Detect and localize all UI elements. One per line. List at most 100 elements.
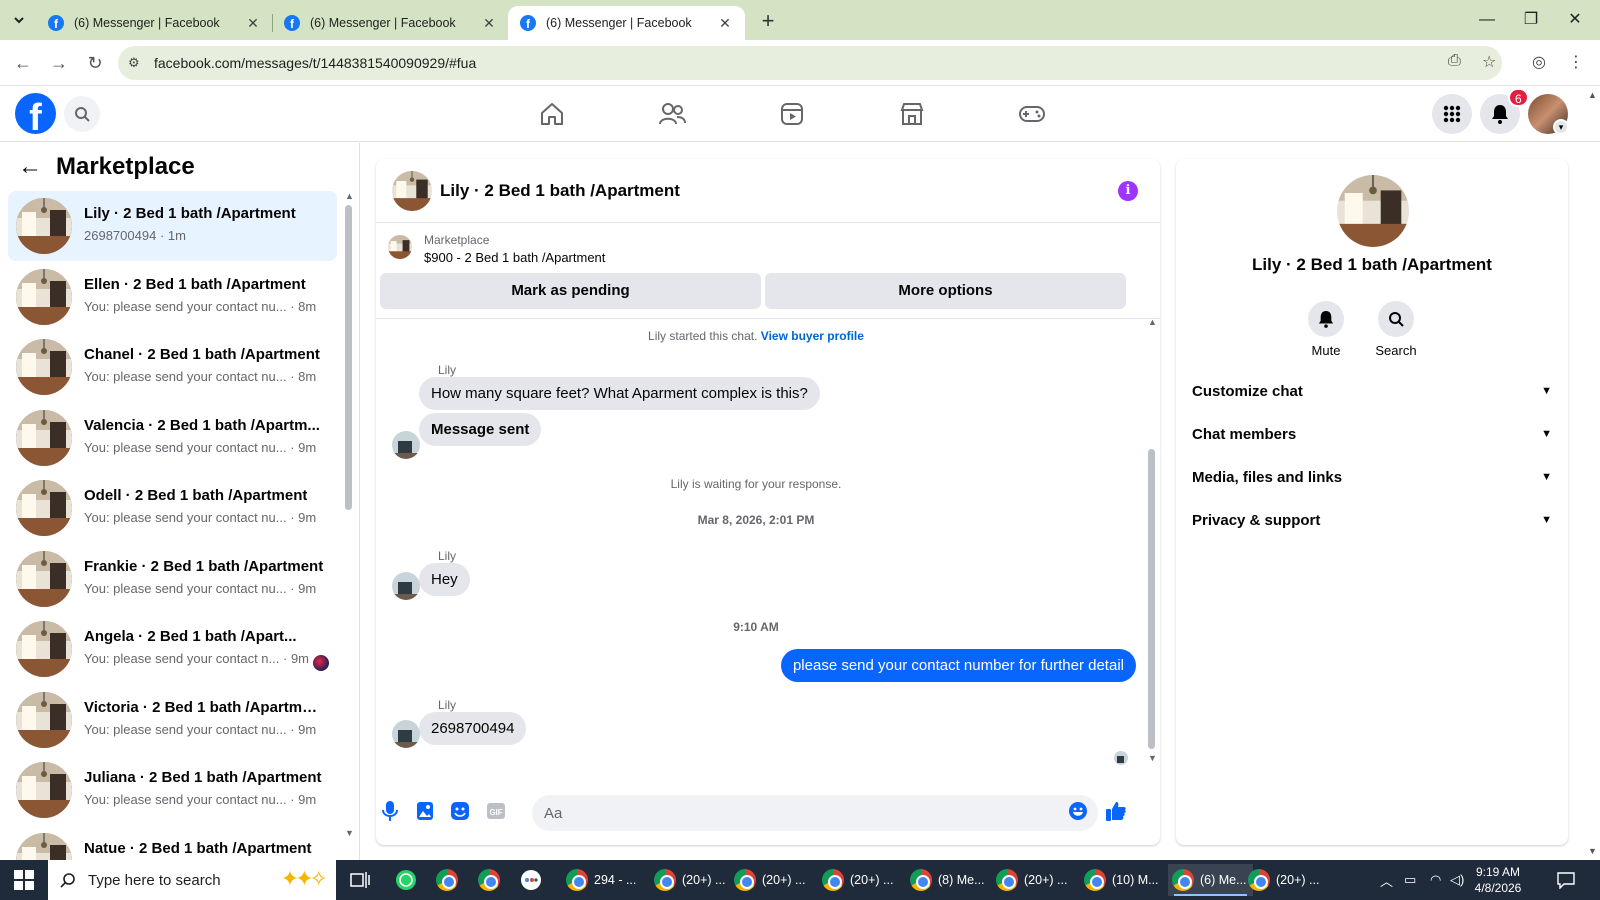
wifi-icon[interactable]: ◠ <box>1430 860 1441 900</box>
chrome-profile-icon[interactable] <box>436 864 464 896</box>
browser-tab-2[interactable]: f (6) Messenger | Facebook ✕ <box>272 6 509 40</box>
windows-start-icon[interactable] <box>14 870 34 890</box>
sticker-icon[interactable] <box>448 799 472 823</box>
chat-members-section[interactable]: Chat members ▼ <box>1192 414 1552 454</box>
taskbar-chrome-window[interactable]: (20+) ... <box>818 864 899 896</box>
mark-as-pending-button[interactable]: Mark as pending <box>380 273 761 309</box>
profile-icon[interactable]: ◎ <box>1532 52 1546 72</box>
listing-title[interactable]: $900 - 2 Bed 1 bath /Apartment <box>424 250 605 265</box>
scroll-up-arrow-icon[interactable]: ▲ <box>345 191 354 201</box>
whatsapp-icon[interactable] <box>394 864 418 896</box>
chrome-profile-icon[interactable] <box>478 864 506 896</box>
marketplace-icon[interactable] <box>896 98 928 130</box>
tab-search-button[interactable] <box>6 8 32 32</box>
facebook-logo-icon[interactable]: f <box>15 93 56 134</box>
scroll-up-arrow-icon[interactable]: ▲ <box>1148 317 1157 327</box>
home-icon[interactable] <box>536 98 568 130</box>
new-tab-button[interactable]: + <box>754 8 782 34</box>
conversation-item[interactable]: Valencia · 2 Bed 1 bath /Apartm... You: p… <box>8 403 337 473</box>
customize-chat-section[interactable]: Customize chat ▼ <box>1192 371 1552 411</box>
close-tab-icon[interactable]: ✕ <box>245 15 261 32</box>
message-bubble[interactable]: 2698700494 <box>419 712 527 745</box>
gaming-icon[interactable] <box>1016 98 1048 130</box>
account-chevron-icon[interactable]: ▾ <box>1553 119 1569 135</box>
bookmark-star-icon[interactable]: ☆ <box>1482 52 1496 72</box>
address-bar[interactable]: ⚙ facebook.com/messages/t/14483815400909… <box>118 46 1502 80</box>
conversation-item[interactable]: Lily · 2 Bed 1 bath /Apartment 2698700494… <box>8 191 337 261</box>
forward-arrow-icon[interactable]: → <box>46 50 72 76</box>
page-scroll-up-icon[interactable]: ▲ <box>1588 90 1597 100</box>
message-input[interactable] <box>532 795 1098 831</box>
minimize-window-button[interactable]: — <box>1464 6 1510 34</box>
app-circle-icon[interactable] <box>520 864 542 896</box>
task-view-icon[interactable] <box>350 864 370 896</box>
friends-icon[interactable] <box>656 98 688 130</box>
emoji-icon[interactable] <box>1066 799 1090 823</box>
conversation-item[interactable]: Angela · 2 Bed 1 bath /Apart... You: plea… <box>8 614 337 684</box>
chat-title[interactable]: Lily · 2 Bed 1 bath /Apartment <box>440 181 680 201</box>
conversation-item[interactable]: Juliana · 2 Bed 1 bath /Apartment You: pl… <box>8 755 337 825</box>
conversation-item[interactable]: Victoria · 2 Bed 1 bath /Apartment You: p… <box>8 685 337 755</box>
taskbar-chrome-window[interactable]: (20+) ... <box>650 864 731 896</box>
show-hidden-icons-icon[interactable]: ︿ <box>1380 860 1393 900</box>
sender-avatar[interactable] <box>392 431 420 459</box>
reload-icon[interactable]: ↻ <box>82 50 108 76</box>
battery-icon[interactable]: ▭ <box>1404 860 1416 900</box>
taskbar-chrome-window[interactable]: (10) M... <box>1080 864 1165 896</box>
scroll-down-arrow-icon[interactable]: ▼ <box>345 828 354 838</box>
conversation-item[interactable]: Ellen · 2 Bed 1 bath /Apartment You: plea… <box>8 262 337 332</box>
chat-avatar[interactable] <box>392 171 432 211</box>
media-files-links-section[interactable]: Media, files and links ▼ <box>1192 457 1552 497</box>
sender-avatar[interactable] <box>392 572 420 600</box>
outgoing-message-bubble[interactable]: please send your contact number for furt… <box>780 649 1136 682</box>
close-tab-icon[interactable]: ✕ <box>481 15 497 32</box>
taskbar-chrome-window[interactable]: (20+) ... <box>1244 864 1325 896</box>
message-bubble[interactable]: Hey <box>419 563 470 596</box>
close-window-button[interactable]: ✕ <box>1552 6 1598 34</box>
view-buyer-profile-link[interactable]: View buyer profile <box>761 329 864 343</box>
close-tab-icon[interactable]: ✕ <box>717 15 733 32</box>
photo-icon[interactable] <box>413 799 437 823</box>
mute-button[interactable]: Mute <box>1296 301 1356 358</box>
back-arrow-icon[interactable]: ← <box>10 50 36 76</box>
system-clock[interactable]: 9:19 AM 4/8/2026 <box>1462 864 1534 896</box>
more-options-button[interactable]: More options <box>765 273 1126 309</box>
conversation-item[interactable]: Odell · 2 Bed 1 bath /Apartment You: plea… <box>8 473 337 543</box>
back-arrow-icon[interactable]: ← <box>18 153 48 181</box>
conversation-list-scrollbar[interactable] <box>345 205 352 510</box>
taskbar-chrome-window[interactable]: (8) Me... <box>906 864 991 896</box>
install-app-icon[interactable]: ⎙ <box>1448 52 1461 70</box>
taskbar-chrome-window[interactable]: 294 - ... <box>562 864 642 896</box>
browser-tab-1[interactable]: f (6) Messenger | Facebook ✕ <box>36 6 273 40</box>
menu-grid-icon[interactable] <box>1432 94 1472 134</box>
restore-window-button[interactable]: ❐ <box>1508 6 1554 34</box>
video-icon[interactable] <box>776 98 808 130</box>
listing-thumbnail[interactable] <box>388 235 412 259</box>
site-settings-icon[interactable]: ⚙ <box>128 55 148 71</box>
search-icon[interactable] <box>64 96 100 132</box>
message-thread-scrollbar[interactable] <box>1148 449 1155 749</box>
taskbar-search-box[interactable]: Type here to search ✦✦✧ <box>48 860 336 900</box>
notification-center-icon[interactable] <box>1556 860 1576 900</box>
conversation-avatar <box>16 268 72 325</box>
browser-menu-icon[interactable]: ⋮ <box>1568 52 1584 72</box>
search-in-chat-button[interactable]: Search <box>1366 301 1426 358</box>
message-bubble[interactable]: How many square feet? What Aparment comp… <box>419 377 820 410</box>
conversation-item[interactable]: Chanel · 2 Bed 1 bath /Apartment You: ple… <box>8 332 337 402</box>
message-bubble[interactable]: Message sent <box>419 413 542 446</box>
conversation-item[interactable]: Frankie · 2 Bed 1 bath /Apartment You: pl… <box>8 544 337 614</box>
taskbar-chrome-window[interactable]: (20+) ... <box>992 864 1073 896</box>
privacy-support-section[interactable]: Privacy & support ▼ <box>1192 500 1552 540</box>
info-icon[interactable]: i <box>1118 181 1138 201</box>
taskbar-chrome-window[interactable]: (6) Me... <box>1168 864 1253 896</box>
browser-tab-3-active[interactable]: f (6) Messenger | Facebook ✕ <box>508 6 745 40</box>
taskbar-chrome-window[interactable]: (20+) ... <box>730 864 811 896</box>
scroll-down-arrow-icon[interactable]: ▼ <box>1148 753 1157 763</box>
gif-icon[interactable]: GIF <box>484 799 508 823</box>
page-scroll-down-icon[interactable]: ▼ <box>1588 846 1597 856</box>
sender-avatar[interactable] <box>392 720 420 748</box>
contact-avatar[interactable] <box>1337 175 1409 247</box>
thumbs-up-icon[interactable] <box>1104 799 1128 823</box>
microphone-icon[interactable] <box>378 799 402 823</box>
conversation-item[interactable]: Natue · 2 Bed 1 bath /Apartment <box>8 826 337 860</box>
